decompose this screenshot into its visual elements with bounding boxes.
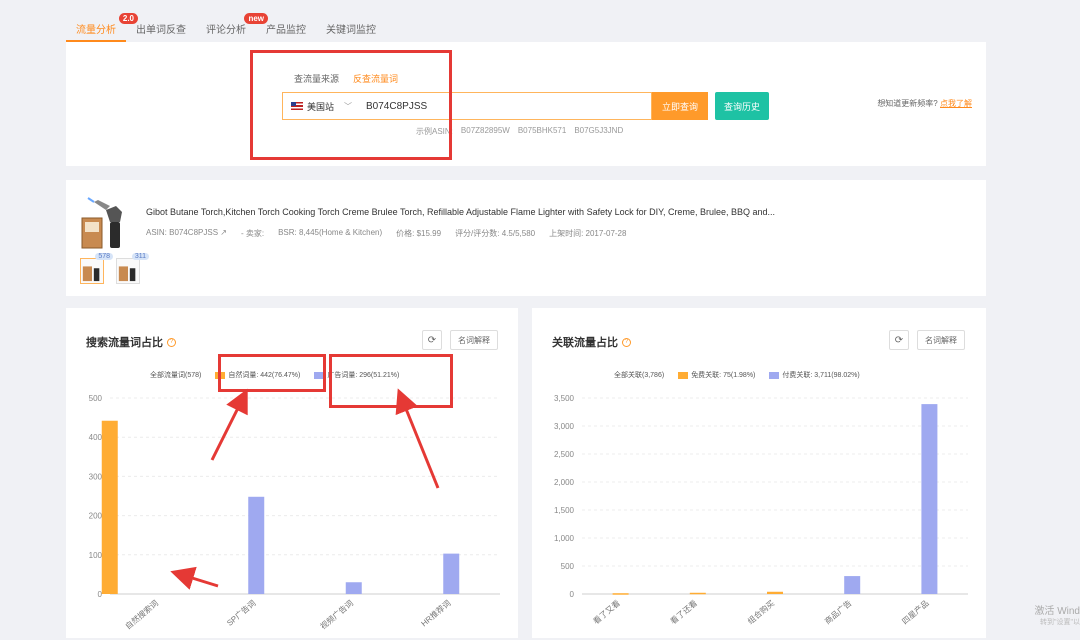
annotation-arrow xyxy=(210,388,248,461)
annotation-arrows xyxy=(170,388,440,590)
annotation-arrow xyxy=(395,388,440,489)
windows-activation-watermark: 激活 Wind xyxy=(1034,606,1080,617)
windows-activation-watermark-sub: 转到"设置"以 xyxy=(1040,619,1080,626)
annotation-arrow xyxy=(170,566,219,590)
